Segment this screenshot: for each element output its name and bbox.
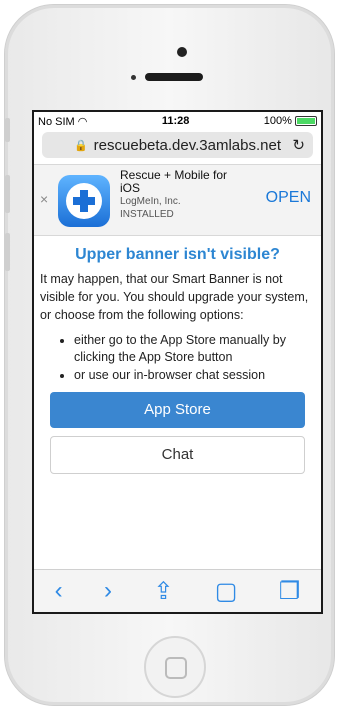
- back-icon[interactable]: ‹: [55, 577, 63, 605]
- front-camera: [177, 47, 187, 57]
- page-paragraph: It may happen, that our Smart Banner is …: [40, 272, 309, 322]
- clock: 11:28: [161, 115, 190, 127]
- forward-icon[interactable]: ›: [104, 577, 112, 605]
- reload-icon[interactable]: ↻: [292, 136, 305, 154]
- close-banner-icon[interactable]: ×: [40, 191, 48, 207]
- bookmarks-icon[interactable]: ▢: [215, 577, 238, 606]
- options-list: either go to the App Store manually by c…: [62, 332, 315, 384]
- app-install-status: INSTALLED: [120, 209, 174, 220]
- earpiece-speaker: [145, 73, 203, 81]
- app-info: Rescue + Mobile for iOS LogMeIn, Inc. IN…: [120, 169, 240, 221]
- battery-indicator: 100%: [264, 115, 317, 127]
- browser-toolbar: ‹ › ⇪ ▢ ❐: [34, 569, 321, 612]
- lock-icon: 🔒: [73, 139, 88, 152]
- app-publisher: LogMeIn, Inc.: [120, 196, 181, 207]
- home-button[interactable]: [144, 636, 206, 698]
- app-store-button[interactable]: App Store: [50, 392, 305, 428]
- mute-switch: [5, 118, 10, 142]
- share-icon[interactable]: ⇪: [153, 577, 173, 606]
- volume-up-button: [5, 175, 10, 213]
- proximity-sensor: [131, 75, 136, 80]
- app-icon: [58, 175, 110, 227]
- volume-down-button: [5, 233, 10, 271]
- app-name-line2: iOS: [120, 181, 141, 195]
- list-item: either go to the App Store manually by c…: [74, 332, 315, 366]
- open-app-button[interactable]: OPEN: [266, 189, 311, 207]
- list-item: or use our in-browser chat session: [74, 367, 315, 384]
- page-content: Upper banner isn't visible? It may happe…: [34, 246, 321, 474]
- carrier-label: No SIM ◠: [38, 115, 88, 128]
- chat-button[interactable]: Chat: [50, 436, 305, 474]
- smart-app-banner: × Rescue + Mobile for iOS LogMeIn, Inc. …: [34, 164, 321, 236]
- status-bar: No SIM ◠ 11:28 100%: [34, 112, 321, 130]
- address-bar[interactable]: 🔒 rescuebeta.dev.3amlabs.net ↻: [42, 132, 313, 158]
- tabs-icon[interactable]: ❐: [279, 577, 301, 606]
- battery-icon: [295, 116, 317, 127]
- url-text: rescuebeta.dev.3amlabs.net: [93, 136, 282, 154]
- page-heading: Upper banner isn't visible?: [75, 246, 280, 263]
- screen: No SIM ◠ 11:28 100% 🔒 rescuebeta.dev.3am…: [32, 110, 323, 614]
- wifi-icon: ◠: [77, 115, 88, 128]
